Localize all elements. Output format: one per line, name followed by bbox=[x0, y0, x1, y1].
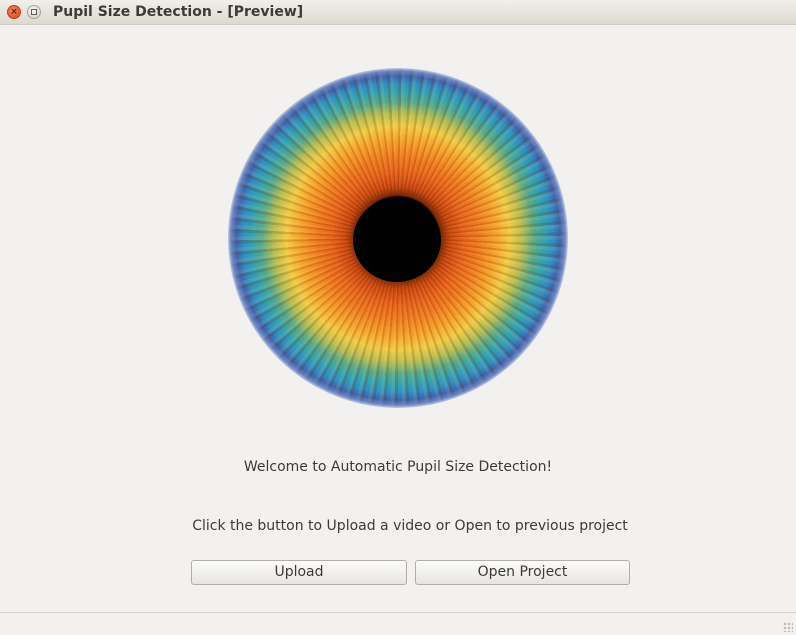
title-bar[interactable]: × Pupil Size Detection - [Preview] bbox=[0, 0, 796, 25]
upload-button[interactable]: Upload bbox=[191, 560, 407, 585]
welcome-text: Welcome to Automatic Pupil Size Detectio… bbox=[243, 459, 553, 475]
maximize-square-shape bbox=[31, 9, 37, 15]
close-icon[interactable]: × bbox=[7, 5, 21, 19]
app-window: × Pupil Size Detection - [Preview] Welco… bbox=[0, 0, 796, 635]
status-bar bbox=[0, 612, 796, 635]
open-project-button[interactable]: Open Project bbox=[415, 560, 630, 585]
window-title: Pupil Size Detection - [Preview] bbox=[53, 4, 304, 20]
maximize-icon[interactable] bbox=[27, 5, 41, 19]
resize-grip-icon[interactable] bbox=[783, 622, 793, 632]
instruction-text: Click the button to Upload a video or Op… bbox=[192, 518, 628, 534]
eye-iris-image bbox=[228, 68, 568, 408]
pupil bbox=[353, 198, 441, 282]
